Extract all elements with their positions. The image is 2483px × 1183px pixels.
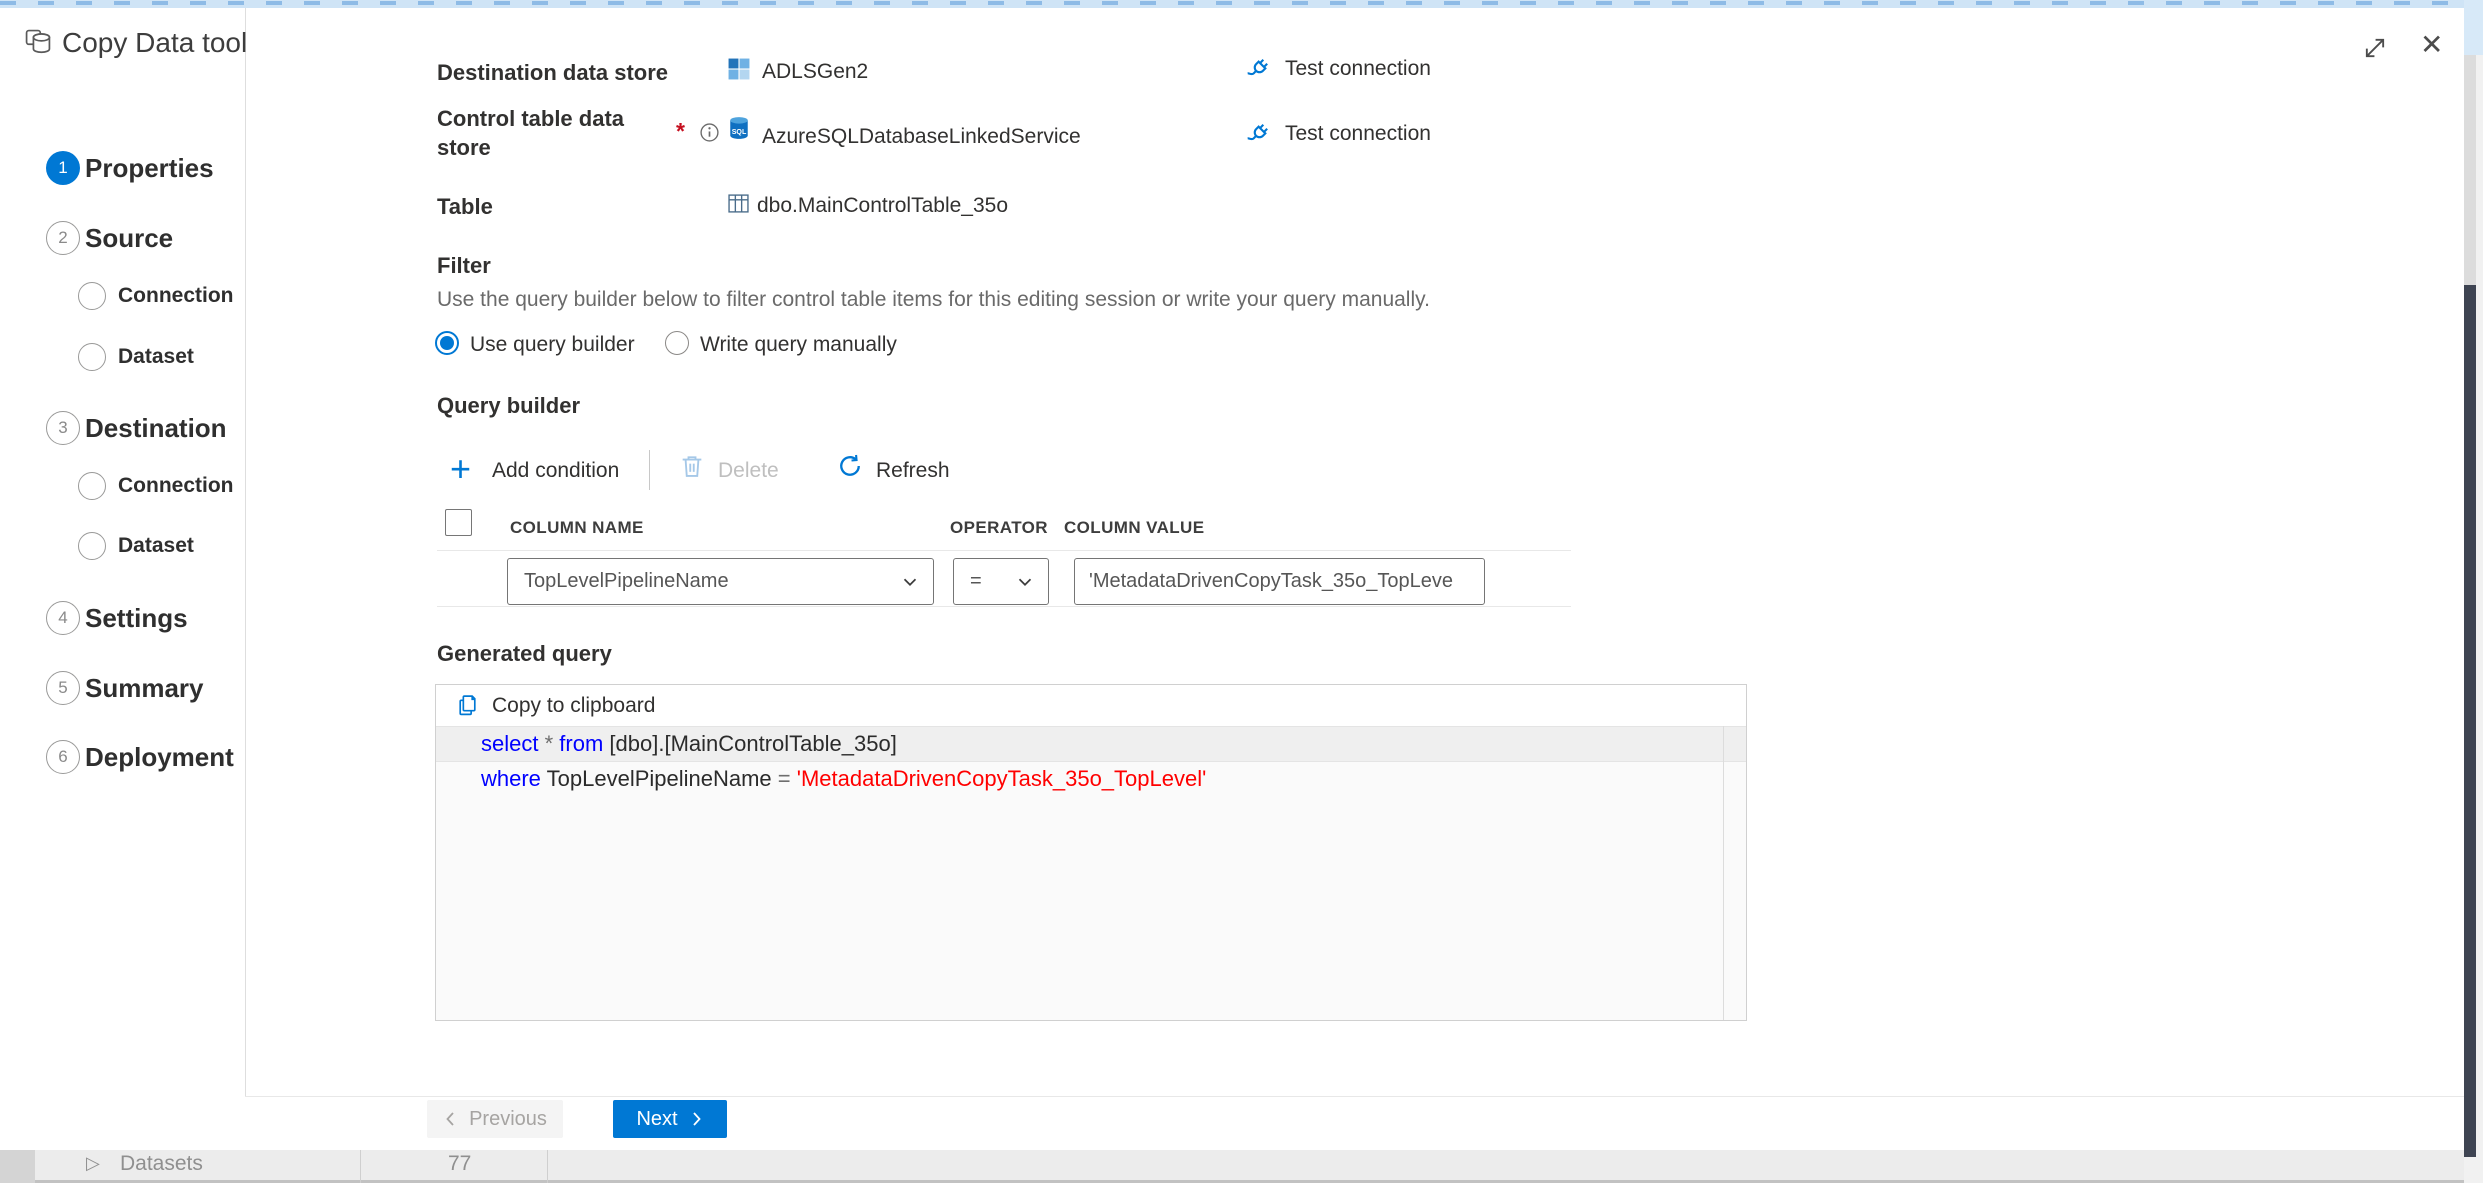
sidebar-item-settings[interactable]: Settings	[85, 603, 188, 633]
plus-icon: +	[450, 448, 472, 489]
grid-line-bottom	[437, 606, 1571, 607]
destination-connection-radio[interactable]	[78, 472, 106, 500]
toolbar-divider	[649, 450, 650, 490]
operator-selected: =	[970, 570, 982, 592]
destination-data-store-label: Destination data store	[437, 60, 669, 85]
filter-title: Filter	[437, 253, 491, 278]
column-name-dropdown[interactable]: TopLevelPipelineName	[507, 558, 934, 605]
column-value-input[interactable]	[1074, 558, 1485, 605]
control-table-data-store-value: AzureSQLDatabaseLinkedService	[762, 125, 1081, 148]
source-connection-radio[interactable]	[78, 282, 106, 310]
step-2-indicator[interactable]: 2	[46, 221, 80, 255]
previous-button[interactable]: Previous	[427, 1100, 563, 1138]
step-3-indicator[interactable]: 3	[46, 411, 80, 445]
step-5-indicator[interactable]: 5	[46, 671, 80, 705]
column-value-header: COLUMN VALUE	[1064, 518, 1205, 537]
column-name-header: COLUMN NAME	[510, 518, 644, 537]
test-connection-destination[interactable]: Test connection	[1243, 54, 1431, 84]
column-name-selected: TopLevelPipelineName	[524, 570, 729, 592]
sql-database-icon: SQL	[728, 116, 750, 140]
generated-query-title: Generated query	[437, 641, 612, 666]
grid-line-top	[437, 550, 1571, 551]
sidebar-item-destination[interactable]: Destination	[85, 413, 227, 443]
copy-data-tool-icon	[22, 26, 54, 58]
plug-icon	[1243, 119, 1273, 149]
step-4-indicator[interactable]: 4	[46, 601, 80, 635]
test-connection-label: Test connection	[1285, 57, 1431, 80]
sql-code: select * from [dbo].[MainControlTable_35…	[436, 726, 1746, 796]
dialog-title: Copy Data tool	[62, 27, 248, 58]
background-datasets-count: 77	[448, 1152, 472, 1175]
table-label: Table	[437, 194, 493, 219]
trash-icon	[678, 452, 706, 480]
sidebar-divider	[245, 8, 246, 1096]
page-scrollbar-thumb[interactable]	[2464, 285, 2476, 1157]
adls-gen2-icon	[728, 58, 750, 80]
editor-minimap-divider	[1723, 726, 1724, 1020]
close-icon[interactable]: ✕	[2420, 31, 2443, 59]
refresh-icon	[836, 452, 864, 480]
step-1-indicator[interactable]: 1	[46, 151, 80, 185]
copy-to-clipboard-label: Copy to clipboard	[492, 693, 656, 717]
table-icon	[728, 193, 749, 214]
plug-icon	[1243, 54, 1273, 84]
test-connection-label: Test connection	[1285, 122, 1431, 145]
refresh-button[interactable]: Refresh	[876, 459, 950, 483]
add-condition-button[interactable]: Add condition	[492, 459, 619, 483]
page-scrollbar-track-upper[interactable]	[2464, 55, 2476, 285]
operator-header: OPERATOR	[950, 518, 1048, 537]
sidebar-item-source[interactable]: Source	[85, 223, 173, 253]
sql-editor-area[interactable]: select * from [dbo].[MainControlTable_35…	[436, 726, 1746, 1020]
svg-text:SQL: SQL	[732, 128, 747, 136]
sidebar-item-source-dataset[interactable]: Dataset	[118, 344, 194, 370]
control-table-data-store-label: Control table data store	[437, 106, 625, 160]
footer-divider	[245, 1096, 2464, 1097]
sidebar-item-destination-dataset[interactable]: Dataset	[118, 533, 194, 559]
background-divider	[547, 1150, 548, 1183]
next-label: Next	[636, 1107, 678, 1130]
destination-dataset-radio[interactable]	[78, 532, 106, 560]
next-button[interactable]: Next	[613, 1100, 727, 1138]
step-6-indicator[interactable]: 6	[46, 740, 80, 774]
write-query-manually-label[interactable]: Write query manually	[700, 333, 897, 357]
info-icon[interactable]	[699, 122, 720, 143]
background-page-bottom-sliver	[0, 1150, 2483, 1183]
use-query-builder-label[interactable]: Use query builder	[470, 333, 635, 357]
delete-button[interactable]: Delete	[718, 459, 779, 483]
sidebar-item-properties[interactable]: Properties	[85, 153, 214, 183]
copy-icon	[455, 693, 480, 718]
expand-icon[interactable]	[2361, 34, 2389, 62]
expander-triangle-icon: ▷	[86, 1153, 100, 1173]
chevron-left-icon	[443, 1111, 459, 1127]
sidebar-item-destination-connection[interactable]: Connection	[118, 473, 234, 499]
sidebar-item-summary[interactable]: Summary	[85, 673, 204, 703]
chevron-right-icon	[688, 1111, 704, 1127]
background-page-right-sliver	[2464, 0, 2483, 55]
table-value: dbo.MainControlTable_35o	[757, 194, 1009, 217]
write-query-manually-radio[interactable]	[665, 331, 689, 355]
background-nav-fragment	[0, 1150, 35, 1183]
operator-dropdown[interactable]: =	[953, 558, 1049, 605]
sidebar-item-deployment[interactable]: Deployment	[85, 742, 234, 772]
query-builder-title: Query builder	[437, 393, 581, 418]
sidebar-item-source-connection[interactable]: Connection	[118, 283, 234, 309]
required-asterisk: *	[676, 118, 685, 144]
use-query-builder-radio[interactable]	[435, 331, 459, 355]
background-page-top-sliver	[0, 0, 2483, 8]
background-divider	[360, 1150, 361, 1183]
test-connection-control-table[interactable]: Test connection	[1243, 119, 1431, 149]
chevron-down-icon	[1014, 571, 1036, 593]
copy-to-clipboard-button[interactable]: Copy to clipboard	[436, 685, 1746, 726]
destination-data-store-value: ADLSGen2	[762, 60, 869, 83]
previous-label: Previous	[469, 1107, 547, 1130]
background-datasets-item: Datasets	[120, 1152, 203, 1175]
source-dataset-radio[interactable]	[78, 343, 106, 371]
select-all-checkbox[interactable]	[445, 509, 472, 536]
filter-description: Use the query builder below to filter co…	[437, 288, 1430, 311]
generated-query-editor: Copy to clipboard select * from [dbo].[M…	[435, 684, 1747, 1021]
chevron-down-icon	[899, 571, 921, 593]
